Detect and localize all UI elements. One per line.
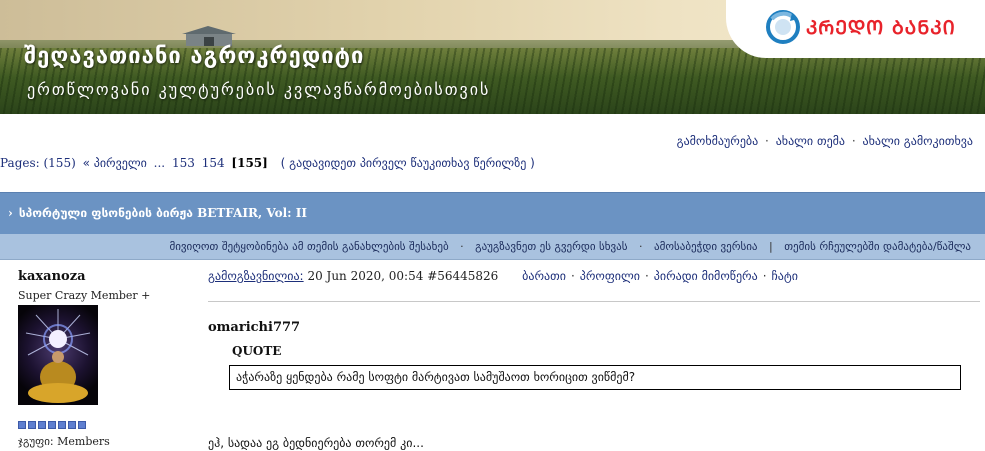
- new-topic-link[interactable]: ახალი თემა: [776, 134, 845, 148]
- rating-pip: [38, 421, 46, 429]
- pages-ellipsis: ...: [153, 156, 166, 170]
- topic-title-en: BETFAIR, Vol: II: [197, 206, 307, 220]
- post-content-panel: გამოგზავნილია: 20 Jun 2020, 00:54 #56445…: [198, 261, 985, 451]
- track-topic-link[interactable]: მივიღოთ შეტყობინება ამ თემის განახლების …: [169, 240, 448, 253]
- separator: ·: [765, 134, 769, 148]
- separator: ·: [639, 240, 643, 253]
- topic-title: › სპორტული ფსონების ბირჟა BETFAIR, Vol: I…: [8, 206, 307, 220]
- rating-pip: [18, 421, 26, 429]
- first-page-link[interactable]: « პირველი: [83, 156, 147, 170]
- goto-first-unread-link[interactable]: ( გადავიდეთ პირველ წაუკითხავ წერილზე ): [281, 156, 535, 170]
- topic-header: › სპორტული ფსონების ბირჟა BETFAIR, Vol: I…: [0, 192, 985, 234]
- pagination: Pages: (155) « პირველი ... 153 154 [155]…: [0, 156, 538, 170]
- post-author-panel: kaxanoza Super Crazy Member + ჯგუფი: Mem…: [0, 261, 198, 451]
- quoted-author: omarichi777: [208, 320, 301, 335]
- post-date: 20 Jun 2020, 00:54: [307, 269, 424, 283]
- rating-pip: [78, 421, 86, 429]
- post-author-name[interactable]: kaxanoza: [18, 269, 86, 284]
- rating-pips: [18, 421, 86, 429]
- print-version-link[interactable]: ამოსაბეჭდი ვერსია: [654, 240, 758, 253]
- separator: ·: [570, 269, 575, 283]
- bank-logo-icon: [766, 10, 800, 44]
- bank-logo[interactable]: ᲙᲠᲔᲓᲝ ᲑᲐᲜᲙᲘ: [726, 0, 985, 58]
- current-page: [155]: [231, 156, 268, 170]
- topic-title-geo: სპორტული ფსონების ბირჟა: [18, 206, 193, 220]
- barn-image: [182, 26, 236, 46]
- chevron-right-icon: ›: [8, 206, 13, 220]
- banner[interactable]: შეღავათიანი აგროკრედიტი ერთწლოვანი კულტუ…: [0, 0, 985, 114]
- separator: ·: [460, 240, 464, 253]
- banner-title: შეღავათიანი აგროკრედიტი: [24, 44, 365, 69]
- new-poll-link[interactable]: ახალი გამოკითხვა: [863, 134, 973, 148]
- rating-pip: [48, 421, 56, 429]
- send-page-link[interactable]: გაუგზავნეთ ეს გვერდი სხვას: [475, 240, 627, 253]
- chat-link[interactable]: ჩატი: [772, 269, 798, 283]
- reply-link[interactable]: გამოხმაურება: [677, 134, 759, 148]
- post-id[interactable]: #56445826: [427, 269, 498, 283]
- avatar-image: [25, 309, 91, 403]
- post-author-rank: Super Crazy Member +: [18, 289, 151, 302]
- topic-options-bar: მივიღოთ შეტყობინება ამ თემის განახლების …: [0, 234, 985, 260]
- page-link-153[interactable]: 153: [172, 156, 195, 170]
- banner-subtitle: ერთწლოვანი კულტურების კვლავწარმოებისთვის: [27, 80, 491, 99]
- separator: ·: [644, 269, 649, 283]
- separator: |: [769, 240, 773, 253]
- quote-box: აჭარაზე ყენდება რამე სოფტი მარტივათ სამუ…: [229, 365, 961, 390]
- page-link-154[interactable]: 154: [202, 156, 225, 170]
- group-value: Members: [57, 435, 110, 448]
- post-author-group: ჯგუფი: Members: [18, 435, 110, 448]
- quote-label: QUOTE: [232, 344, 282, 358]
- post-meta: გამოგზავნილია: 20 Jun 2020, 00:54 #56445…: [208, 269, 798, 283]
- post-divider: [208, 301, 980, 302]
- rating-pip: [28, 421, 36, 429]
- user-card-link[interactable]: ბარათი: [522, 269, 566, 283]
- user-profile-link[interactable]: პროფილი: [580, 269, 640, 283]
- separator: ·: [762, 269, 767, 283]
- post-user-links: ბარათი · პროფილი · პირადი მიმოწერა · ჩატი: [522, 269, 798, 283]
- topic-actions: გამოხმაურება · ახალი თემა · ახალი გამოკი…: [677, 134, 973, 148]
- bank-logo-text: ᲙᲠᲔᲓᲝ ᲑᲐᲜᲙᲘ: [806, 17, 956, 39]
- group-label: ჯგუფი:: [18, 435, 54, 448]
- favorite-topic-link[interactable]: თემის რჩეულებში დამატება/წაშლა: [784, 240, 971, 253]
- avatar: [18, 305, 98, 405]
- separator: ·: [851, 134, 856, 148]
- rating-pip: [58, 421, 66, 429]
- topic-options: მივიღოთ შეტყობინება ამ თემის განახლების …: [169, 240, 971, 253]
- rating-pip: [68, 421, 76, 429]
- pages-count: Pages: (155): [0, 156, 76, 170]
- private-message-link[interactable]: პირადი მიმოწერა: [654, 269, 758, 283]
- post-body: ეჰ, სადაა ეგ ბედნიერება თორემ კი...: [208, 436, 424, 450]
- post-sent-label[interactable]: გამოგზავნილია:: [208, 269, 304, 283]
